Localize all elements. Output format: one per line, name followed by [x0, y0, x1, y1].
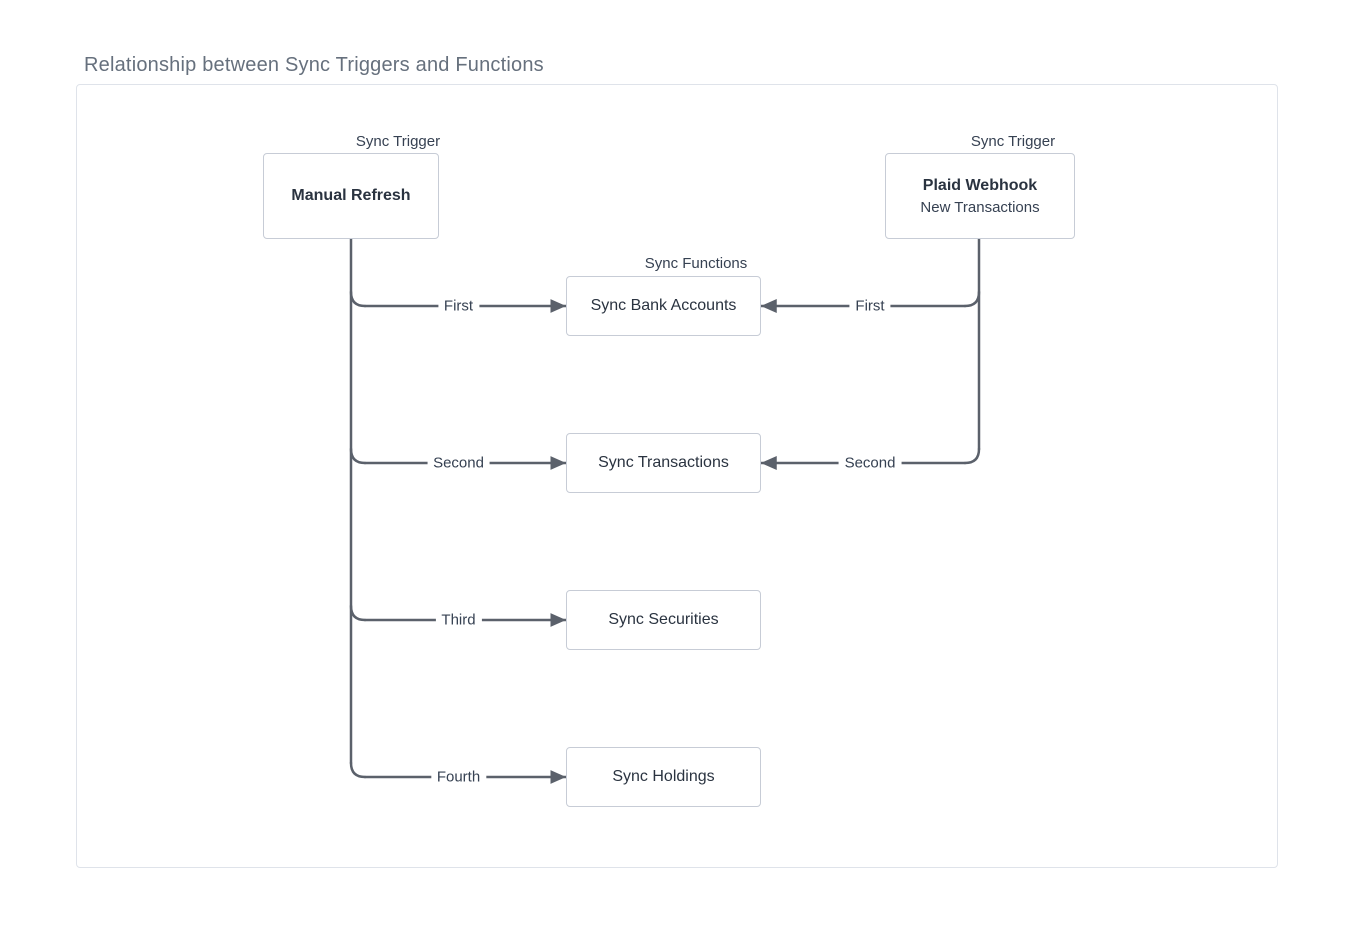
node-manual-refresh: Manual Refresh	[263, 153, 439, 239]
edge-label-third-left: Third	[435, 612, 481, 629]
edge-label-first-left: First	[438, 298, 479, 315]
edge-label-second-left: Second	[427, 455, 490, 472]
node-title: Plaid Webhook	[923, 177, 1037, 195]
label-sync-trigger-right: Sync Trigger	[963, 133, 1063, 150]
edge-label-first-right: First	[849, 298, 890, 315]
node-sync-transactions: Sync Transactions	[566, 433, 761, 493]
node-title: Manual Refresh	[291, 187, 410, 205]
node-text: Sync Transactions	[598, 454, 729, 472]
edge-label-fourth-left: Fourth	[431, 769, 486, 786]
label-sync-trigger-left: Sync Trigger	[348, 133, 448, 150]
node-subtitle: New Transactions	[920, 199, 1039, 216]
node-sync-holdings: Sync Holdings	[566, 747, 761, 807]
node-sync-securities: Sync Securities	[566, 590, 761, 650]
node-text: Sync Securities	[608, 611, 718, 629]
page-title: Relationship between Sync Triggers and F…	[84, 54, 544, 77]
edge-label-second-right: Second	[839, 455, 902, 472]
node-text: Sync Bank Accounts	[591, 297, 737, 315]
diagram-frame: Sync Trigger Sync Trigger Sync Functions…	[76, 84, 1278, 868]
node-text: Sync Holdings	[612, 768, 714, 786]
node-sync-bank-accounts: Sync Bank Accounts	[566, 276, 761, 336]
label-sync-functions: Sync Functions	[636, 255, 756, 272]
node-plaid-webhook: Plaid Webhook New Transactions	[885, 153, 1075, 239]
